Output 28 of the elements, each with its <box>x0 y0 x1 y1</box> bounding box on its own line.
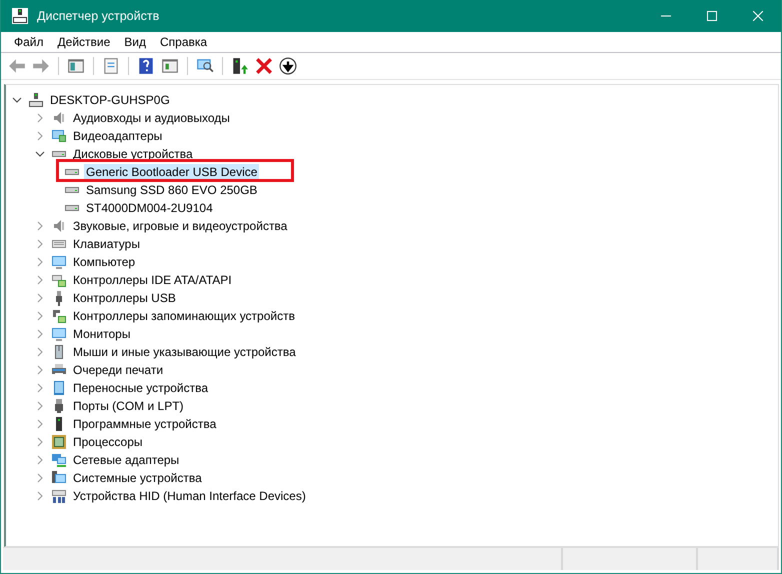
tree-item[interactable]: Системные устройства <box>71 470 204 486</box>
menu-item[interactable]: Вид <box>117 35 153 49</box>
tree-item[interactable]: Порты (COM и LPT) <box>71 398 186 414</box>
tree-item[interactable]: Видеоадаптеры <box>71 128 164 144</box>
tree-item[interactable]: Samsung SSD 860 EVO 250GB <box>84 182 260 198</box>
tree-item[interactable]: Дисковые устройства <box>71 146 195 162</box>
tree-item[interactable]: Переносные устройства <box>71 380 210 396</box>
tree-item[interactable]: Мониторы <box>71 326 132 342</box>
tree-item[interactable]: Сетевые адаптеры <box>71 452 182 468</box>
tree-item[interactable]: ST4000DM004-2U9104 <box>84 200 215 216</box>
tree-item[interactable]: DESKTOP-GUHSP0G <box>48 92 172 108</box>
tree-item[interactable]: Процессоры <box>71 434 144 450</box>
menu-item[interactable]: Справка <box>153 35 214 49</box>
window-title: Диспетчер устройств <box>37 9 160 23</box>
tree-item[interactable]: Программные устройства <box>71 416 218 432</box>
tree-item[interactable]: Контроллеры IDE ATA/ATAPI <box>71 272 234 288</box>
tree-item[interactable]: Generic Bootloader USB Device <box>84 164 260 180</box>
menu-item[interactable]: Файл <box>7 35 51 49</box>
tree-item[interactable]: Контроллеры запоминающих устройств <box>71 308 297 324</box>
tree-item[interactable]: Компьютер <box>71 254 138 270</box>
menu-item[interactable]: Действие <box>50 35 118 49</box>
tree-item[interactable]: Звуковые, игровые и видеоустройства <box>71 218 290 234</box>
tree-item[interactable]: Клавиатуры <box>71 236 142 252</box>
tree-item[interactable]: Устройства HID (Human Interface Devices) <box>71 488 308 504</box>
tree-item[interactable]: Мыши и иные указывающие устройства <box>71 344 298 360</box>
tree-item[interactable]: Очереди печати <box>71 362 166 378</box>
tree-item[interactable]: Аудиовходы и аудиовыходы <box>71 110 232 126</box>
tree-item[interactable]: Контроллеры USB <box>71 290 178 306</box>
